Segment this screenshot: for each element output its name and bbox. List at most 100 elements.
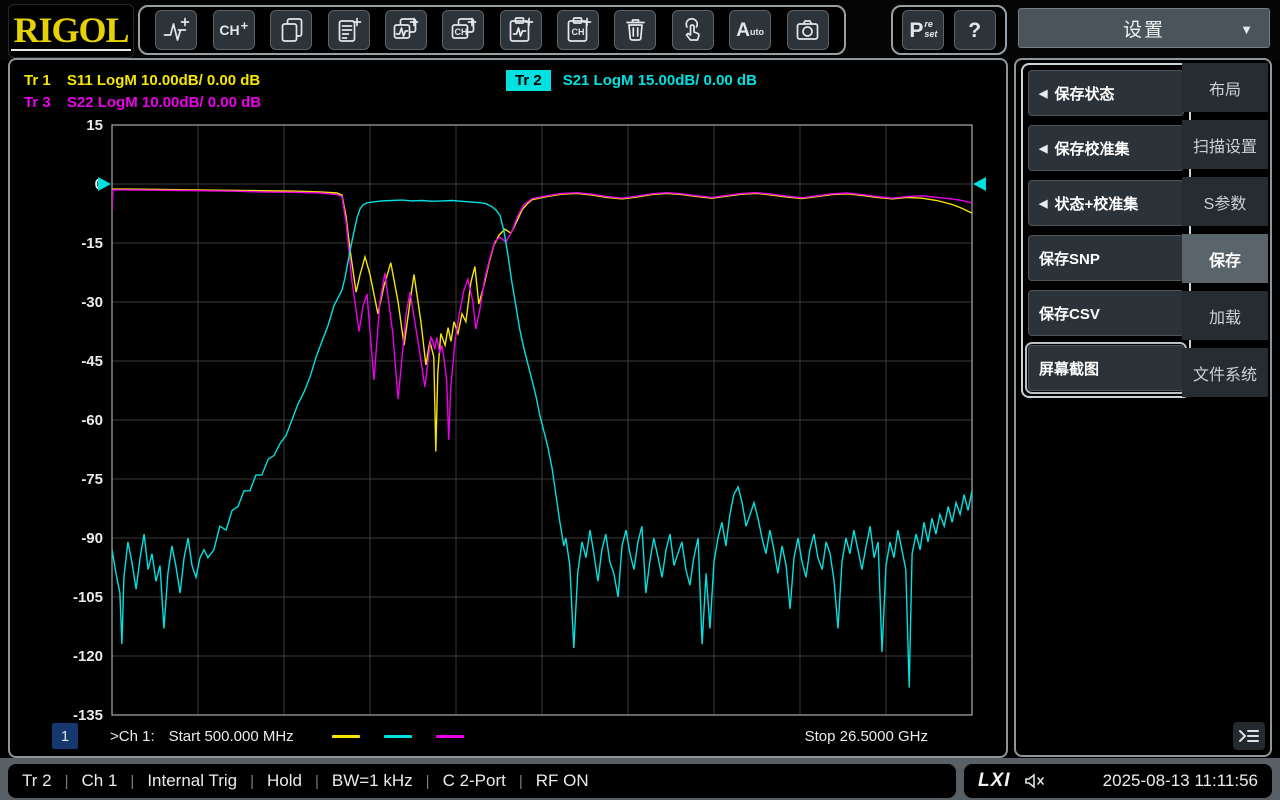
save-submenu-popup: ◀ 保存状态 ◀ 保存校准集 ◀ 状态+校准集保存SNP 保存CSV 屏幕截图 xyxy=(1021,63,1191,398)
start-frequency-label[interactable]: Start 500.000 MHz xyxy=(169,728,294,745)
auto-icon: Auto xyxy=(736,21,764,40)
status-item-4[interactable]: Hold xyxy=(267,771,302,791)
side-tab-5[interactable]: 加载 xyxy=(1182,291,1268,340)
top-toolbar: RIGOL CH+ CH CH Auto Preset? 设置 ▼ xyxy=(0,0,1280,60)
y-axis-tick-label: -30 xyxy=(81,294,103,311)
svg-text:CH: CH xyxy=(571,27,584,37)
status-separator: | xyxy=(130,773,134,790)
new-trace-window-button[interactable] xyxy=(385,10,427,50)
side-tab-6[interactable]: 文件系统 xyxy=(1182,348,1268,397)
add-report-button[interactable] xyxy=(328,10,370,50)
lxi-logo: LXI xyxy=(978,770,1011,792)
copy-icon xyxy=(278,17,305,43)
menu-item-2[interactable]: ◀ 保存校准集 xyxy=(1028,125,1184,171)
menu-item-label: 保存CSV xyxy=(1039,303,1100,324)
rigol-logo: RIGOL xyxy=(11,12,130,51)
ref-level-marker-left[interactable] xyxy=(98,177,111,191)
preset-icon: Preset xyxy=(909,20,937,41)
status-item-1[interactable]: Tr 2 xyxy=(22,771,52,791)
status-item-3[interactable]: Internal Trig xyxy=(147,771,237,791)
help-button[interactable]: ? xyxy=(954,10,996,50)
help-icon: ? xyxy=(968,20,981,41)
submenu-left-arrow-icon: ◀ xyxy=(1039,142,1047,155)
settings-menu-title: 设置 xyxy=(1123,15,1165,42)
ref-level-marker-right[interactable] xyxy=(973,177,986,191)
submenu-left-arrow-icon: ◀ xyxy=(1039,87,1047,100)
ch-plus-icon: CH+ xyxy=(219,23,248,37)
menu-item-label: 屏幕截图 xyxy=(1039,358,1099,379)
toolbar-group-main: CH+ CH CH Auto xyxy=(138,5,846,55)
chart-svg: 150-15-30-45-60-75-90-105-120-135 xyxy=(10,60,1010,760)
side-tab-3[interactable]: S参数 xyxy=(1182,177,1268,226)
side-tab-label: 扫描设置 xyxy=(1193,133,1257,157)
menu-item-label: 保存SNP xyxy=(1039,248,1100,269)
y-axis-tick-label: -75 xyxy=(81,471,103,488)
win-ch-icon: CH xyxy=(450,17,477,43)
side-tab-2[interactable]: 扫描设置 xyxy=(1182,120,1268,169)
paste-trace-button[interactable] xyxy=(500,10,542,50)
datetime-display: 2025-08-13 11:11:56 xyxy=(1103,771,1258,791)
y-axis-tick-label: -120 xyxy=(73,648,103,665)
collapse-menu-button[interactable] xyxy=(1233,722,1265,750)
prompt-menu-icon xyxy=(1238,728,1260,744)
y-axis-tick-label: -105 xyxy=(73,589,103,606)
status-separator: | xyxy=(65,773,69,790)
status-item-5[interactable]: BW=1 kHz xyxy=(332,771,413,791)
side-tab-label: 保存 xyxy=(1209,247,1241,271)
side-tab-label: 加载 xyxy=(1209,304,1241,328)
speaker-muted-icon[interactable] xyxy=(1023,772,1045,790)
channel-footer: 1 >Ch 1: Start 500.000 MHz Stop 26.5000 … xyxy=(52,722,968,750)
status-item-2[interactable]: Ch 1 xyxy=(82,771,118,791)
autoscale-button[interactable]: Auto xyxy=(729,10,771,50)
side-tab-1[interactable]: 布局 xyxy=(1182,63,1268,112)
trace2-swatch xyxy=(384,735,412,738)
add-channel-button[interactable]: CH+ xyxy=(213,10,255,50)
trace3-swatch xyxy=(436,735,464,738)
vna-screen: { "toolbar": { "logo_text": "RIGOL", "ma… xyxy=(0,0,1280,800)
side-tab-label: S参数 xyxy=(1204,190,1247,214)
side-tab-label: 布局 xyxy=(1209,76,1241,100)
camera-icon xyxy=(794,17,821,43)
menu-item-6[interactable]: 屏幕截图 xyxy=(1028,345,1184,391)
stop-frequency-label[interactable]: Stop 26.5000 GHz xyxy=(805,728,928,745)
y-axis-tick-label: -60 xyxy=(81,412,103,429)
preset-button[interactable]: Preset xyxy=(902,10,944,50)
side-tab-4[interactable]: 保存 xyxy=(1182,234,1268,283)
add-trace-button[interactable] xyxy=(155,10,197,50)
settings-tab-column: 布局扫描设置 S参数保存加载文件系统 xyxy=(1182,63,1268,397)
touch-mode-button[interactable] xyxy=(672,10,714,50)
menu-item-4[interactable]: 保存SNP xyxy=(1028,235,1184,281)
menu-item-5[interactable]: 保存CSV xyxy=(1028,290,1184,336)
touch-icon xyxy=(679,17,706,43)
status-bar: Tr 2|Ch 1|Internal Trig|Hold|BW=1 kHz|C … xyxy=(8,764,956,798)
menu-item-label: 保存状态 xyxy=(1054,83,1114,104)
settings-menu-header[interactable]: 设置 ▼ xyxy=(1018,8,1270,48)
submenu-left-arrow-icon: ◀ xyxy=(1039,197,1047,210)
screenshot-button[interactable] xyxy=(787,10,829,50)
system-status-bar: LXI 2025-08-13 11:11:56 xyxy=(964,764,1272,798)
channel-number-badge[interactable]: 1 xyxy=(52,723,78,749)
side-tab-label: 文件系统 xyxy=(1193,361,1257,385)
wave-plus-icon xyxy=(163,17,190,43)
delete-button[interactable] xyxy=(614,10,656,50)
new-channel-window-button[interactable]: CH xyxy=(442,10,484,50)
trace1-swatch xyxy=(332,735,360,738)
measurement-window: Tr 1 S11 LogM 10.00dB/ 0.00 dB Tr 3 S22 … xyxy=(8,58,1008,758)
menu-item-1[interactable]: ◀ 保存状态 xyxy=(1028,70,1184,116)
paste-channel-button[interactable]: CH xyxy=(557,10,599,50)
menu-item-3[interactable]: ◀ 状态+校准集 xyxy=(1028,180,1184,226)
report-plus-icon xyxy=(335,17,362,43)
status-separator: | xyxy=(315,773,319,790)
clip-ch-icon: CH xyxy=(565,17,592,43)
status-item-6[interactable]: C 2-Port xyxy=(443,771,506,791)
toolbar-group-preset: Preset? xyxy=(891,5,1007,55)
copy-window-button[interactable] xyxy=(270,10,312,50)
menu-item-label: 保存校准集 xyxy=(1054,138,1129,159)
status-item-7[interactable]: RF ON xyxy=(536,771,589,791)
menu-item-label: 状态+校准集 xyxy=(1054,193,1138,214)
y-axis-tick-label: 15 xyxy=(86,117,103,134)
status-separator: | xyxy=(250,773,254,790)
channel-label: >Ch 1: xyxy=(110,728,155,745)
y-axis-tick-label: -15 xyxy=(81,235,103,252)
trash-icon xyxy=(622,17,649,43)
